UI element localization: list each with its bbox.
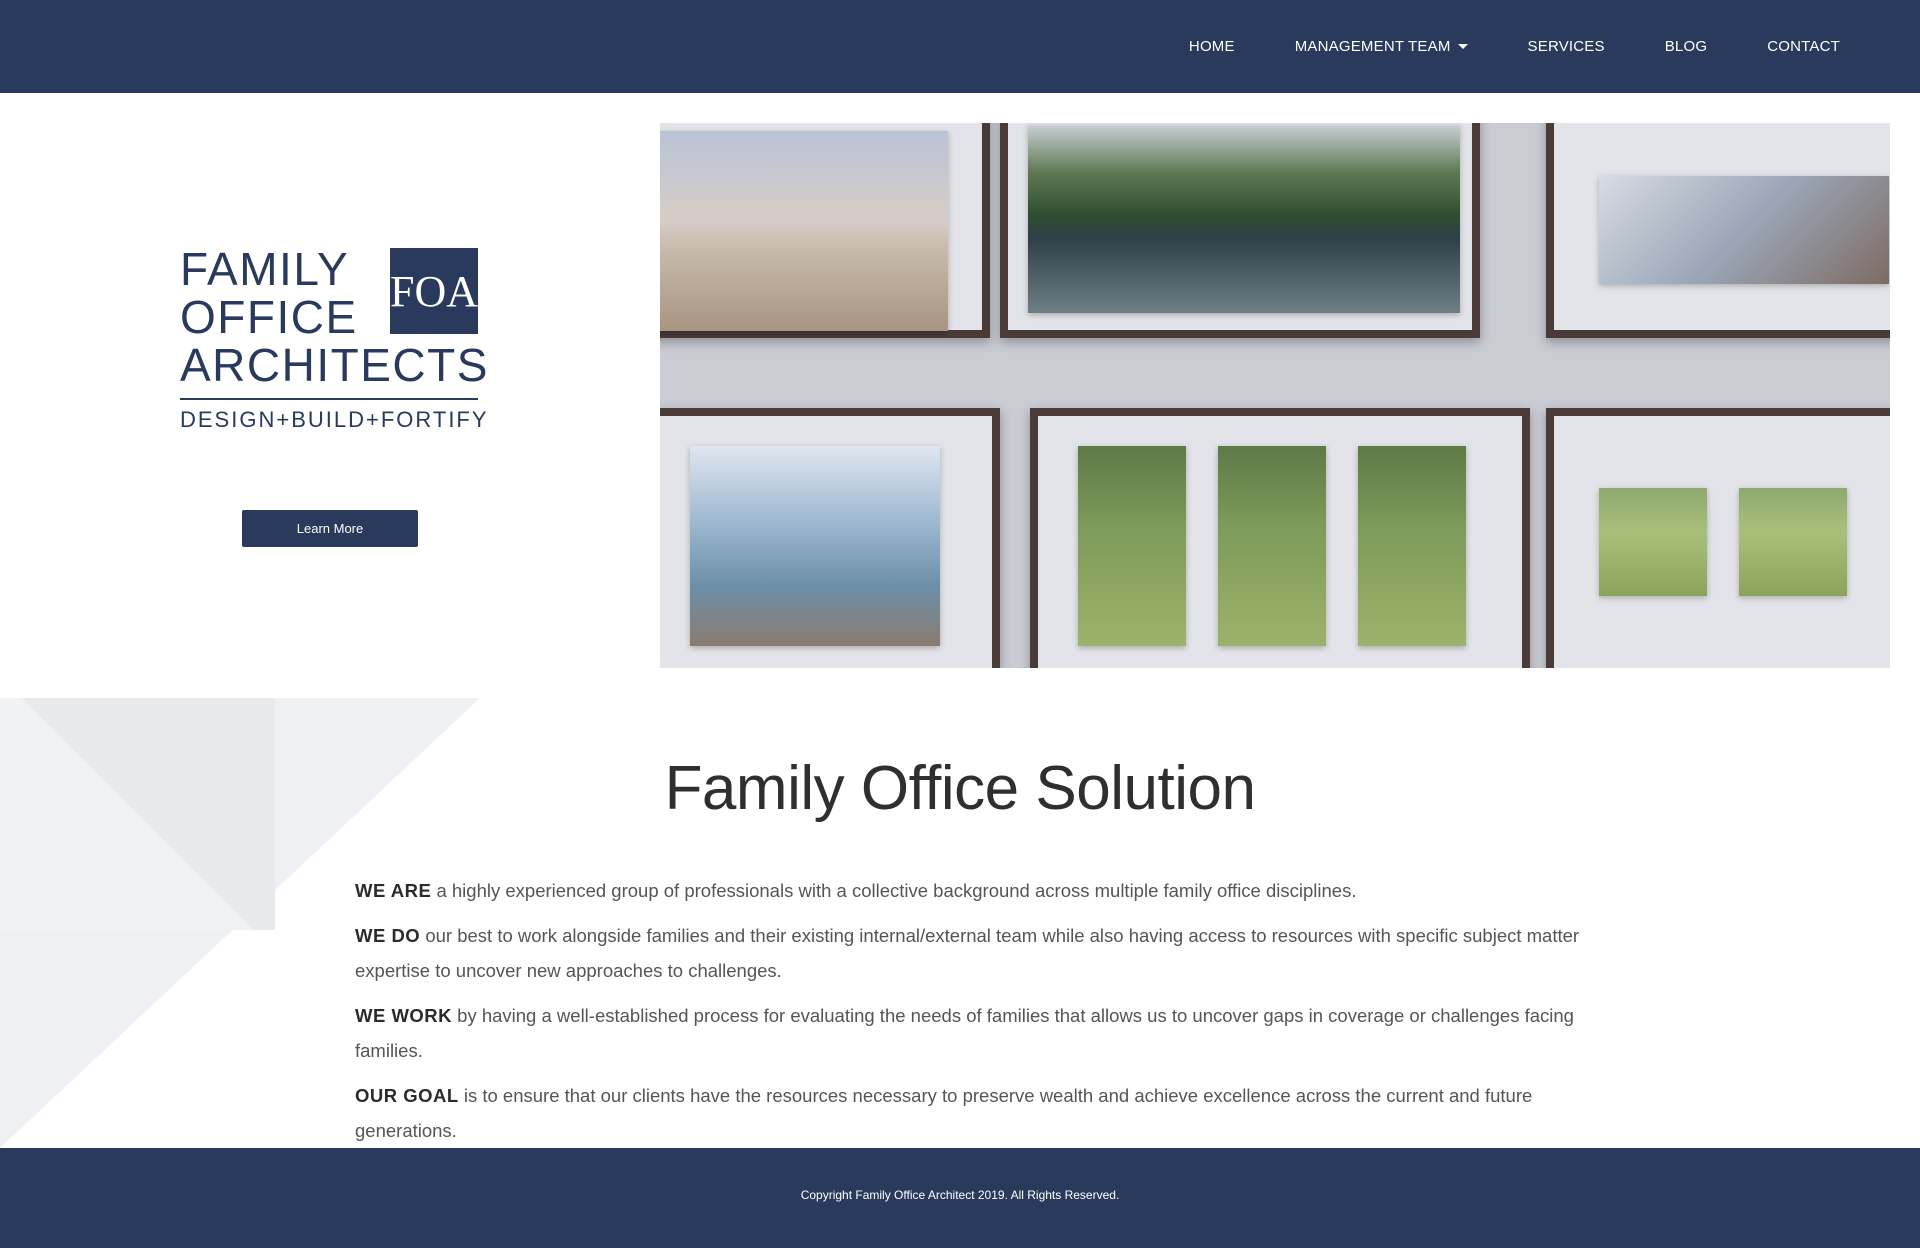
solution-section: Family Office Solution WE ARE a highly e… xyxy=(0,698,1920,1148)
logo-monogram-icon: FOA xyxy=(390,248,478,334)
photo-kids-watermelon xyxy=(1599,488,1707,596)
logo-tagline: DESIGN+BUILD+FORTIFY xyxy=(180,407,489,432)
nav-management-team[interactable]: MANAGEMENT TEAM xyxy=(1295,38,1468,55)
nav-services[interactable]: SERVICES xyxy=(1528,38,1605,55)
photo-child-1 xyxy=(1078,446,1186,646)
photo-lake xyxy=(1028,125,1460,313)
learn-more-label: Learn More xyxy=(296,521,364,536)
nav-management-team-label: MANAGEMENT TEAM xyxy=(1294,38,1451,55)
frame-top-right xyxy=(1546,123,1890,338)
lead-our-goal: OUR GOAL xyxy=(355,1085,459,1106)
main-nav: HOME MANAGEMENT TEAM SERVICES BLOG CONTA… xyxy=(1129,0,1840,93)
logo-line-architects: ARCHITECTS xyxy=(180,339,489,391)
paragraph-we-are: WE ARE a highly experienced group of pro… xyxy=(355,873,1585,908)
photo-child-ball xyxy=(1358,446,1466,646)
photo-beach-paddle xyxy=(690,446,940,646)
nav-contact[interactable]: CONTACT xyxy=(1767,38,1840,55)
learn-more-button[interactable]: Learn More xyxy=(242,510,418,547)
logo-line-office: OFFICE xyxy=(180,291,358,343)
photo-kids-lying xyxy=(1739,488,1847,596)
text-we-work: by having a well-established process for… xyxy=(355,1005,1574,1061)
caret-down-icon xyxy=(1457,44,1468,49)
hero-photo-collage xyxy=(660,123,1890,668)
paragraph-we-do: WE DO our best to work alongside familie… xyxy=(355,918,1585,988)
frame-bottom-right xyxy=(1546,408,1890,668)
paragraph-we-work: WE WORK by having a well-established pro… xyxy=(355,998,1585,1068)
nav-home-label: HOME xyxy=(1188,38,1235,55)
photo-living-room xyxy=(1599,176,1889,284)
nav-blog[interactable]: BLOG xyxy=(1665,38,1707,55)
paragraph-our-goal: OUR GOAL is to ensure that our clients h… xyxy=(355,1078,1585,1148)
nav-contact-label: CONTACT xyxy=(1767,38,1840,55)
text-we-do: our best to work alongside families and … xyxy=(355,925,1580,981)
frame-bottom-center xyxy=(1030,408,1530,668)
lead-we-do: WE DO xyxy=(355,925,421,946)
text-we-are: a highly experienced group of profession… xyxy=(431,880,1357,901)
logo-divider xyxy=(180,398,478,400)
company-logo[interactable]: FAMILY OFFICE ARCHITECTS FOA DESIGN+BUIL… xyxy=(180,243,487,435)
copyright-text: Copyright Family Office Architect 2019. … xyxy=(800,1188,1120,1202)
lead-we-are: WE ARE xyxy=(355,880,432,901)
photo-child-2 xyxy=(1218,446,1326,646)
nav-home[interactable]: HOME xyxy=(1189,38,1235,55)
solution-body: WE ARE a highly experienced group of pro… xyxy=(355,873,1585,1158)
frame-top-center xyxy=(1000,123,1480,338)
solution-title: Family Office Solution xyxy=(664,754,1256,823)
top-navbar: HOME MANAGEMENT TEAM SERVICES BLOG CONTA… xyxy=(0,0,1920,93)
photo-family-beach xyxy=(660,131,948,331)
nav-services-label: SERVICES xyxy=(1527,38,1605,55)
logo-line-family: FAMILY xyxy=(180,243,350,295)
text-our-goal: is to ensure that our clients have the r… xyxy=(355,1085,1533,1141)
frame-bottom-left xyxy=(660,408,1000,668)
lead-we-work: WE WORK xyxy=(355,1005,453,1026)
nav-blog-label: BLOG xyxy=(1664,38,1708,55)
site-footer: Copyright Family Office Architect 2019. … xyxy=(0,1148,1920,1248)
frame-top-left xyxy=(660,123,990,338)
